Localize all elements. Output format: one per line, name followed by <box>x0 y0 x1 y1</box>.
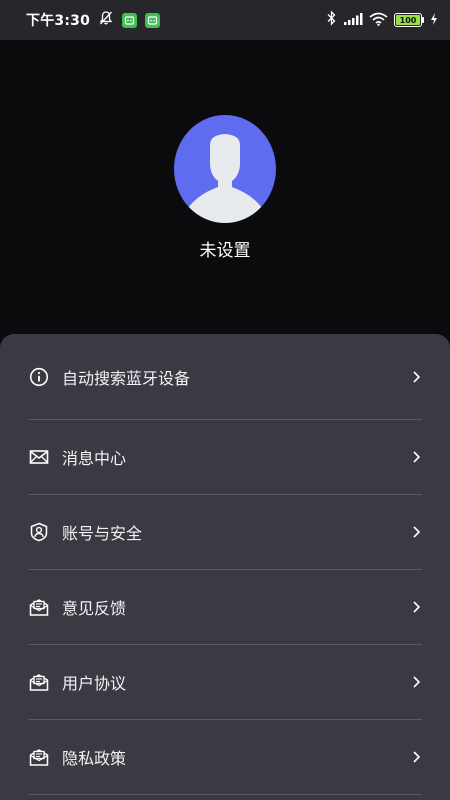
profile-header: 未设置 <box>0 40 450 334</box>
app-notification-icon <box>145 12 161 28</box>
feedback-mail-icon <box>28 596 50 618</box>
menu-item-label: 意见反馈 <box>62 599 127 618</box>
signal-icon <box>343 11 363 30</box>
status-bar: 下午3:30 100 <box>0 0 450 40</box>
menu-item-user-agreement[interactable]: 用户协议 <box>28 645 422 720</box>
chevron-right-icon <box>410 750 422 764</box>
privacy-mail-icon <box>28 746 50 768</box>
app-notification-icon <box>122 12 138 28</box>
menu-item-label: 隐私政策 <box>62 749 127 768</box>
status-left: 下午3:30 <box>26 10 161 30</box>
default-user-avatar-icon[interactable] <box>174 115 276 223</box>
chevron-right-icon <box>410 600 422 614</box>
chevron-right-icon <box>410 450 422 464</box>
status-time: 下午3:30 <box>26 13 91 29</box>
silent-bell-icon <box>98 10 114 30</box>
battery-level: 100 <box>396 15 420 25</box>
settings-menu-panel: 自动搜索蓝牙设备 消息中心 账号与安全 意见反馈 用户协议 隐私政策 <box>0 334 450 800</box>
charging-icon <box>430 11 438 30</box>
agreement-mail-icon <box>28 671 50 693</box>
username[interactable]: 未设置 <box>0 236 450 261</box>
battery-icon: 100 <box>394 13 424 27</box>
menu-item-label: 自动搜索蓝牙设备 <box>62 368 191 388</box>
shield-user-icon <box>28 521 50 543</box>
menu-item-account-security[interactable]: 账号与安全 <box>28 495 422 570</box>
menu-item-privacy-policy[interactable]: 隐私政策 <box>28 720 422 795</box>
battery-tip <box>422 17 424 23</box>
menu-item-label: 账号与安全 <box>62 524 143 543</box>
chevron-right-icon <box>410 370 422 384</box>
info-icon <box>28 366 50 388</box>
bluetooth-icon <box>326 10 337 30</box>
menu-item-feedback[interactable]: 意见反馈 <box>28 570 422 645</box>
menu-item-label: 用户协议 <box>62 674 127 693</box>
menu-item-label: 消息中心 <box>62 449 127 468</box>
menu-item-auto-bluetooth-search[interactable]: 自动搜索蓝牙设备 <box>28 334 422 420</box>
wifi-icon <box>369 11 388 30</box>
menu-item-message-center[interactable]: 消息中心 <box>28 420 422 495</box>
status-right: 100 <box>326 10 438 30</box>
chevron-right-icon <box>410 525 422 539</box>
chevron-right-icon <box>410 675 422 689</box>
mail-icon <box>28 446 50 468</box>
battery-body: 100 <box>394 13 422 27</box>
